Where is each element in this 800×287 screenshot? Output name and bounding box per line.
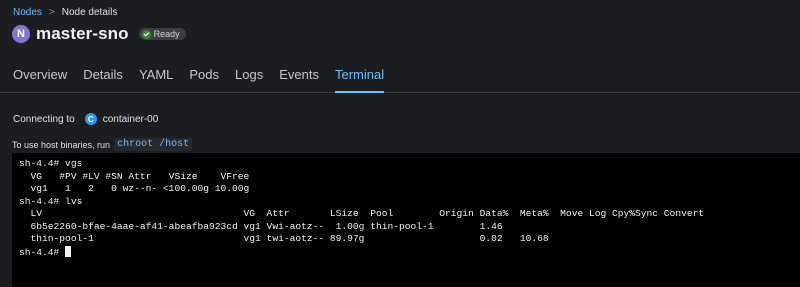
tab-events[interactable]: Events xyxy=(271,58,327,92)
terminal-prompt: sh-4.4# xyxy=(19,246,66,258)
status-label: Ready xyxy=(153,29,180,39)
connection-info: Connecting to C container-00 xyxy=(13,113,158,125)
terminal-line: sh-4.4# lvs xyxy=(19,195,83,207)
breadcrumb: Nodes > Node details xyxy=(13,7,117,18)
status-badge: Ready xyxy=(138,28,186,40)
breadcrumb-link-nodes[interactable]: Nodes xyxy=(13,7,42,18)
breadcrumb-current: Node details xyxy=(61,7,118,18)
tab-logs[interactable]: Logs xyxy=(227,58,271,92)
terminal-line: LV VG Attr LSize Pool Origin Data% Meta%… xyxy=(19,208,705,219)
terminal-line: vg1 1 2 0 wz--n- <100.00g 10.00g xyxy=(19,183,250,194)
hint-text: To use host binaries, run xyxy=(12,139,111,150)
terminal-output: sh-4.4# vgs VG #PV #LV #SN Attr VSize VF… xyxy=(12,153,800,259)
tab-bar: Overview Details YAML Pods Logs Events T… xyxy=(0,58,800,93)
node-type-icon: N xyxy=(12,25,30,43)
tab-pods[interactable]: Pods xyxy=(181,58,227,92)
check-circle-icon xyxy=(141,29,151,39)
terminal-line: thin-pool-1 vg1 twi-aotz-- 89.97g 0.02 1… xyxy=(19,233,549,244)
container-icon: C xyxy=(84,113,97,125)
container-selector[interactable]: container-00 xyxy=(103,114,159,125)
tab-overview[interactable]: Overview xyxy=(0,58,75,92)
page-title: master-sno xyxy=(36,24,129,43)
connecting-label: Connecting to xyxy=(13,113,75,125)
terminal-line: 6b5e2260-bfae-4aae-af41-abeafba923cd vg1… xyxy=(19,220,503,232)
terminal-window[interactable]: sh-4.4# vgs VG #PV #LV #SN Attr VSize VF… xyxy=(12,153,800,287)
hint-command: chroot /host xyxy=(114,138,193,151)
page-header: N master-sno Ready xyxy=(12,24,186,44)
terminal-line: sh-4.4# vgs xyxy=(19,158,83,169)
tab-details[interactable]: Details xyxy=(75,58,131,92)
terminal-cursor xyxy=(65,245,72,257)
tab-terminal[interactable]: Terminal xyxy=(327,58,392,93)
terminal-line: VG #PV #LV #SN Attr VSize VFree xyxy=(19,170,250,182)
host-binaries-hint: To use host binaries, run chroot /host xyxy=(12,138,193,151)
tab-yaml[interactable]: YAML xyxy=(131,58,181,92)
chevron-right-icon: > xyxy=(48,7,55,18)
